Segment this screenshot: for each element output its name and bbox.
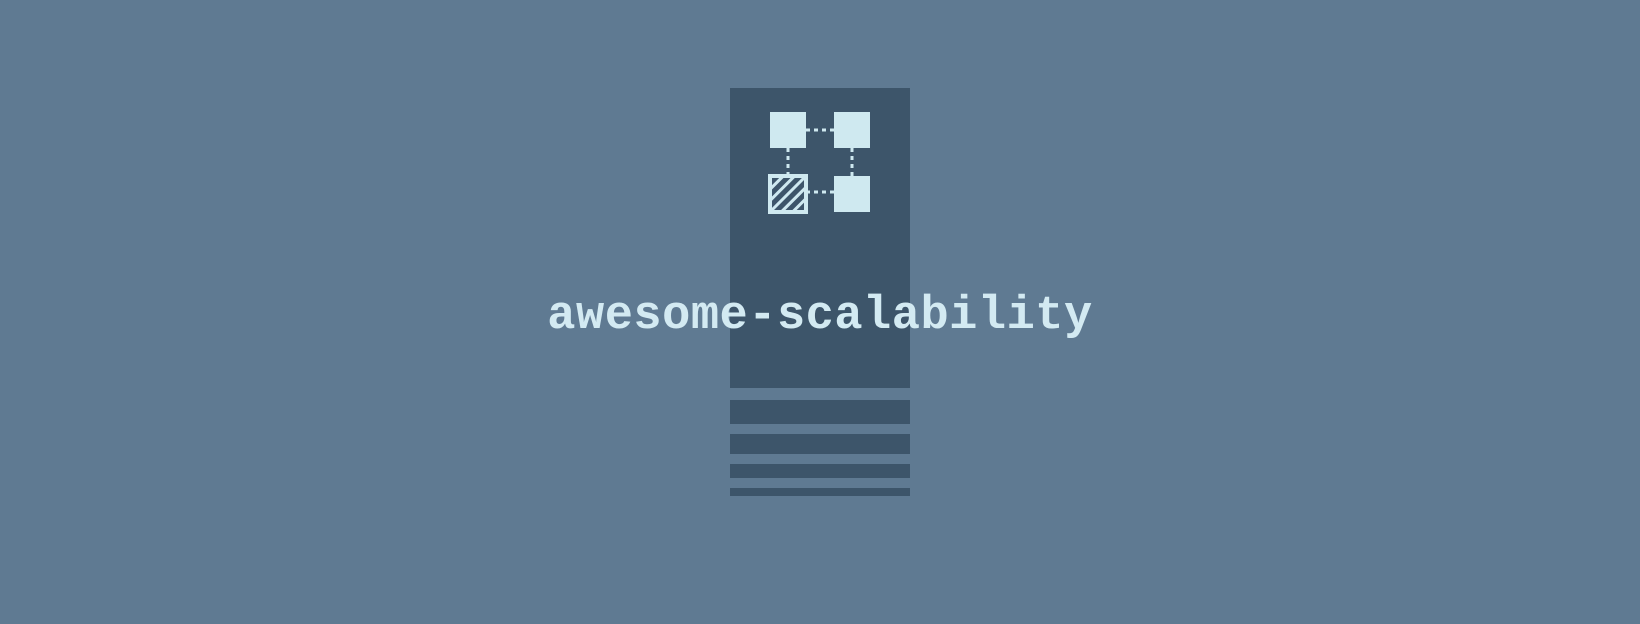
fade-bar <box>730 400 910 424</box>
fade-bar <box>730 488 910 496</box>
logo-panel <box>730 88 910 388</box>
hero-banner: awesome-scalability <box>0 0 1640 624</box>
fade-bars <box>730 400 910 496</box>
project-title: awesome-scalability <box>547 290 1092 343</box>
fade-bar <box>730 434 910 454</box>
fade-bar <box>730 464 910 478</box>
grid-nodes-icon <box>768 110 872 214</box>
